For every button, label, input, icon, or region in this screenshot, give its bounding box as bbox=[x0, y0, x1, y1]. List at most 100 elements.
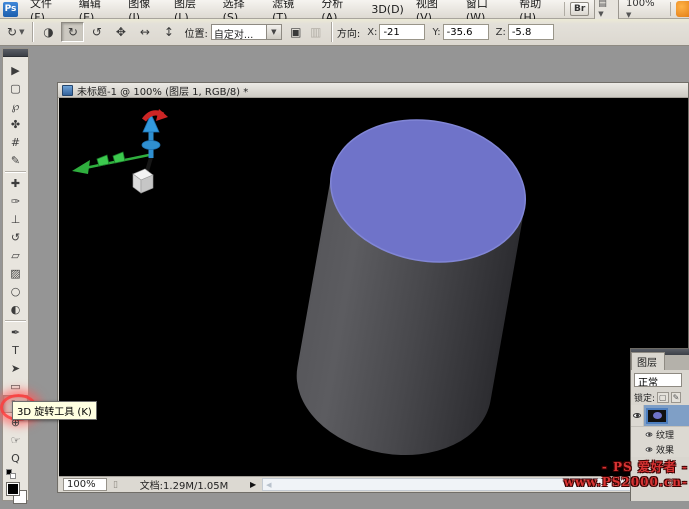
tool-button-lasso-tool[interactable]: ℘ bbox=[3, 97, 28, 115]
watermark-line2: www.PS2000.cn- bbox=[564, 475, 688, 490]
tool-preset-button[interactable]: ↻ ▼ bbox=[4, 22, 27, 42]
tool-icon: ℘ bbox=[12, 100, 20, 113]
divider bbox=[32, 22, 33, 42]
menu-item[interactable]: 窗口(W) bbox=[460, 0, 513, 18]
tool-button-clone-stamp-tool[interactable]: ⊥ bbox=[3, 210, 28, 228]
y-label: Y: bbox=[432, 27, 440, 38]
return-home-button[interactable]: ◑ bbox=[38, 22, 58, 42]
tool-tooltip: 3D 旋转工具 (K) bbox=[12, 401, 97, 420]
menu-item[interactable]: 分析(A) bbox=[315, 0, 365, 18]
layer-row-selected[interactable] bbox=[631, 405, 689, 427]
status-zoom-field[interactable]: 100% bbox=[63, 478, 107, 491]
menu-item[interactable]: 图像(I) bbox=[122, 0, 168, 18]
tool-button-move-tool[interactable]: ▶ bbox=[3, 61, 28, 79]
divider bbox=[331, 22, 332, 42]
bridge-button[interactable]: Br bbox=[570, 2, 589, 16]
tool-button-path-selection-tool[interactable]: ➤ bbox=[3, 359, 28, 377]
ps-logo[interactable]: Ps bbox=[3, 2, 18, 17]
sub-item-label: 效果 bbox=[656, 443, 674, 456]
save-icon: ▣ bbox=[290, 25, 301, 39]
tool-button-history-brush-tool[interactable]: ↺ bbox=[3, 228, 28, 246]
tool-icon: ▱ bbox=[11, 249, 19, 262]
tool-icon: ▨ bbox=[10, 267, 20, 280]
eye-icon[interactable] bbox=[646, 432, 653, 436]
tool-icon: T bbox=[12, 344, 19, 357]
visibility-cell[interactable] bbox=[631, 405, 644, 426]
tool-button-pen-tool[interactable]: ✒ bbox=[3, 323, 28, 341]
trash-icon: ▥ bbox=[310, 25, 321, 39]
3d-tool-button-3d-pan[interactable]: ✥ bbox=[109, 22, 132, 42]
layer-thumbnail[interactable] bbox=[646, 408, 668, 424]
tab-layers[interactable]: 图层 bbox=[631, 352, 665, 370]
layer-sub-items: 纹理 效果 bbox=[631, 427, 689, 457]
tool-button-hand-tool[interactable]: ☞ bbox=[3, 431, 28, 449]
default-colors-icon[interactable] bbox=[6, 469, 17, 479]
menu-item[interactable]: 选择(S) bbox=[217, 0, 266, 18]
workspace-button[interactable]: ▤ ▼ bbox=[594, 0, 619, 21]
position-select-arrow[interactable]: ▼ bbox=[267, 24, 282, 40]
layer-sub-row[interactable]: 纹理 bbox=[631, 427, 689, 442]
menu-item[interactable]: 视图(V) bbox=[410, 0, 460, 18]
launcher-icon[interactable] bbox=[676, 1, 689, 17]
menu-item[interactable]: 滤镜(T) bbox=[266, 0, 315, 18]
tool-button-marquee-tool[interactable]: ▢ bbox=[3, 79, 28, 97]
menu-item[interactable]: 帮助(H) bbox=[513, 0, 564, 18]
tool-icon: ▢ bbox=[10, 82, 20, 95]
document-titlebar[interactable]: 未标题-1 @ 100% (图层 1, RGB/8) * bbox=[58, 83, 688, 98]
document-icon bbox=[62, 85, 73, 96]
layer-sub-row[interactable]: 效果 bbox=[631, 442, 689, 457]
scroll-left-icon[interactable]: ◀ bbox=[263, 481, 274, 489]
lock-transparency-icon[interactable]: ▢ bbox=[657, 392, 669, 403]
position-label: 位置: bbox=[184, 25, 207, 40]
tool-button-eraser-tool[interactable]: ▱ bbox=[3, 246, 28, 264]
tool-button-gradient-tool[interactable]: ▨ bbox=[3, 264, 28, 282]
divider bbox=[564, 2, 565, 16]
foreground-color-swatch[interactable] bbox=[6, 482, 20, 496]
blend-mode-select[interactable]: 正常 bbox=[634, 373, 682, 387]
document-size-info: 文档:1.29M/1.05M bbox=[124, 477, 244, 492]
orientation-x-field[interactable] bbox=[379, 24, 425, 40]
canvas[interactable] bbox=[59, 98, 688, 476]
app-zoom-dropdown[interactable]: 100% ▼ bbox=[624, 0, 665, 20]
tool-button-crop-tool[interactable]: # bbox=[3, 133, 28, 151]
save-view-button[interactable]: ▣ bbox=[286, 22, 306, 42]
options-bar: ↻ ▼ ◑ ↻↺✥↔↕ 位置: 自定对... ▼ ▣ ▥ 方向: X: Y: Z… bbox=[0, 19, 689, 46]
lock-label: 锁定: bbox=[634, 391, 655, 404]
position-select[interactable]: 自定对... bbox=[211, 24, 267, 40]
tool-button-zoom-tool[interactable]: Q bbox=[3, 449, 28, 467]
3d-tool-button-3d-scale[interactable]: ↕ bbox=[157, 22, 180, 42]
x-label: X: bbox=[367, 27, 377, 38]
3d-tool-button-3d-rotate[interactable]: ↻ bbox=[61, 22, 84, 42]
tool-button-type-tool[interactable]: T bbox=[3, 341, 28, 359]
divider bbox=[670, 2, 671, 16]
lock-pixels-icon[interactable]: ✎ bbox=[671, 392, 682, 403]
menu-item[interactable]: 文件(F) bbox=[24, 0, 73, 18]
delete-view-button: ▥ bbox=[306, 22, 326, 42]
tool-icon: ✥ bbox=[116, 25, 126, 39]
tool-icon: Q bbox=[11, 452, 20, 465]
tool-icon: ↺ bbox=[92, 25, 102, 39]
status-flyout-arrow[interactable]: ▶ bbox=[250, 480, 256, 489]
tool-button-dodge-tool[interactable]: ◐ bbox=[3, 300, 28, 318]
3d-tool-button-3d-roll[interactable]: ↺ bbox=[85, 22, 108, 42]
orientation-y-field[interactable] bbox=[443, 24, 489, 40]
tool-button-rectangle-tool[interactable]: ▭ bbox=[3, 377, 28, 395]
tool-icon: ↺ bbox=[11, 231, 20, 244]
panel-tabs: 图层 bbox=[631, 355, 689, 370]
menu-item[interactable]: 3D(D) bbox=[365, 0, 410, 18]
orientation-z-field[interactable] bbox=[508, 24, 554, 40]
cylinder-3d-object bbox=[285, 105, 536, 470]
tool-button-blur-tool[interactable]: ○ bbox=[3, 282, 28, 300]
tool-button-eyedropper-tool[interactable]: ✎ bbox=[3, 151, 28, 169]
chevron-down-icon: ▼ bbox=[271, 28, 276, 36]
menu-item[interactable]: 图层(L) bbox=[168, 0, 217, 18]
menu-item[interactable]: 编辑(E) bbox=[73, 0, 122, 18]
tool-icon: ➤ bbox=[11, 362, 20, 375]
tool-button-quick-selection-tool[interactable]: ✤ bbox=[3, 115, 28, 133]
tool-button-healing-brush-tool[interactable]: ✚ bbox=[3, 174, 28, 192]
palette-grip[interactable] bbox=[3, 49, 28, 57]
3d-tool-button-3d-slide[interactable]: ↔ bbox=[133, 22, 156, 42]
eye-icon[interactable] bbox=[646, 447, 653, 451]
tool-button-brush-tool[interactable]: ✑ bbox=[3, 192, 28, 210]
3d-rotate-preset-icon: ↻ bbox=[7, 25, 17, 39]
